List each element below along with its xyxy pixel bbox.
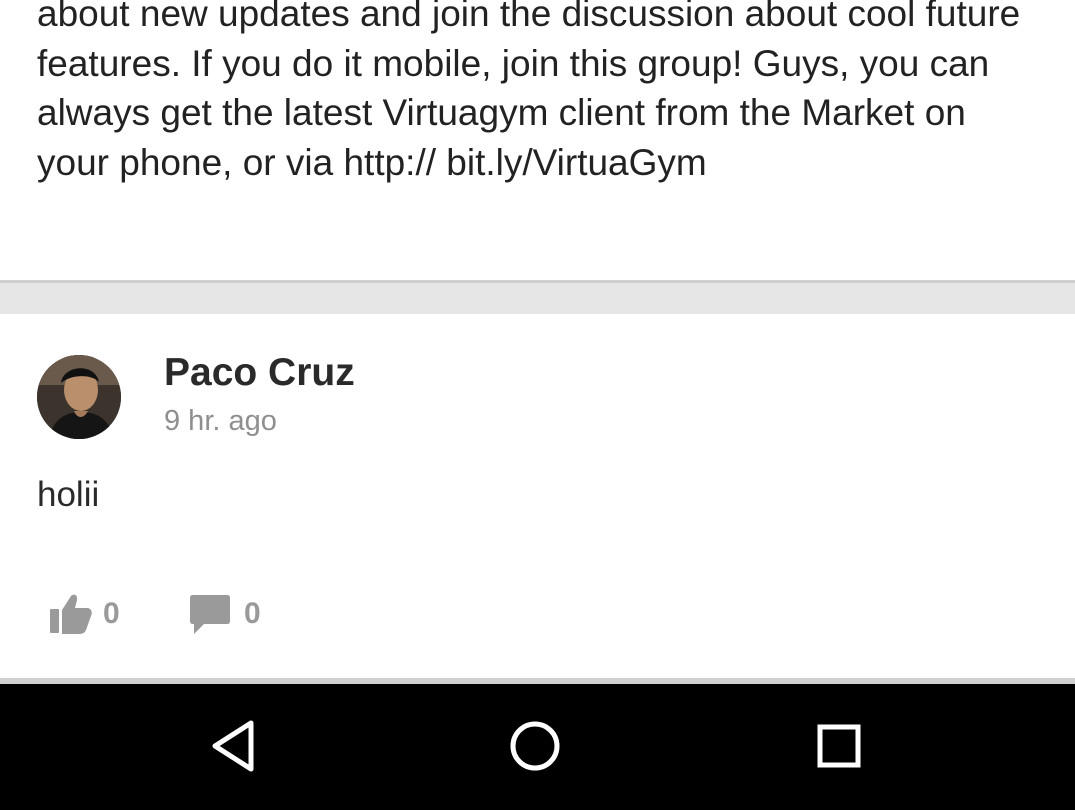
home-button[interactable] [507, 720, 563, 776]
post-card[interactable]: Paco Cruz 9 hr. ago holii 0 0 [0, 314, 1075, 678]
post-body: holii [37, 475, 100, 514]
comment-bubble-icon [188, 592, 234, 636]
feed-separator [0, 283, 1075, 314]
previous-post-text: about new updates and join the discussio… [37, 0, 1021, 183]
post-time: 9 hr. ago [164, 405, 277, 437]
like-button[interactable]: 0 [47, 592, 120, 636]
like-count: 0 [103, 597, 120, 630]
recents-button[interactable] [811, 720, 867, 776]
author-name[interactable]: Paco Cruz [164, 351, 355, 395]
back-button[interactable] [205, 720, 261, 776]
thumbs-up-icon [47, 592, 93, 636]
home-circle-icon [507, 718, 563, 779]
back-triangle-icon [205, 718, 261, 779]
previous-post-card: about new updates and join the discussio… [0, 0, 1075, 283]
system-navigation-bar [0, 684, 1075, 810]
author-avatar[interactable] [37, 355, 121, 439]
recents-square-icon [811, 718, 867, 779]
comment-count: 0 [244, 597, 261, 630]
comment-button[interactable]: 0 [188, 592, 261, 636]
